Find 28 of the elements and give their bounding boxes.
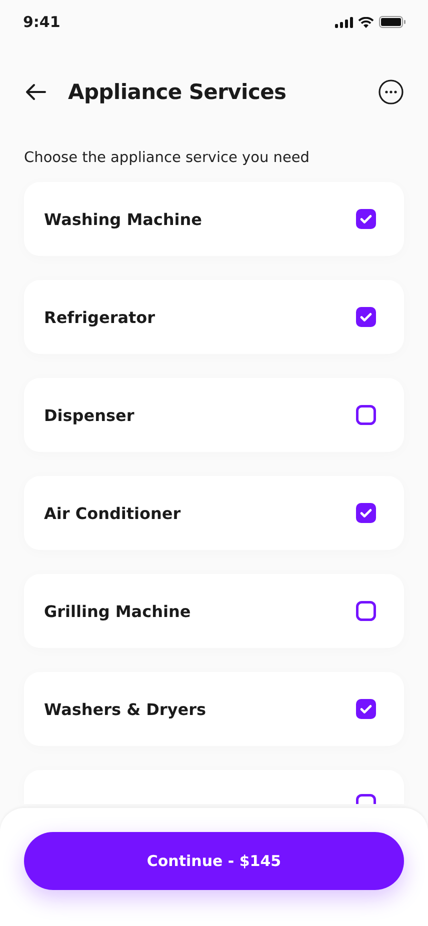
checked-checkbox-icon[interactable]	[356, 209, 376, 229]
more-button[interactable]	[378, 79, 404, 105]
checkbox-icon[interactable]	[356, 794, 376, 804]
service-option[interactable]: Refrigerator	[24, 280, 404, 354]
battery-icon	[379, 16, 406, 28]
service-option[interactable]: Grilling Machine	[24, 574, 404, 648]
checked-checkbox-icon[interactable]	[356, 699, 376, 719]
wifi-icon	[358, 16, 374, 28]
service-label: Washing Machine	[44, 210, 202, 228]
service-option[interactable]: Air Conditioner	[24, 476, 404, 550]
service-option[interactable]: Dispenser	[24, 378, 404, 452]
instruction-text: Choose the appliance service you need	[24, 150, 311, 166]
checkbox-icon[interactable]	[356, 601, 376, 621]
service-option[interactable]: Washers & Dryers	[24, 672, 404, 746]
service-label: Grilling Machine	[44, 602, 191, 620]
continue-button[interactable]: Continue - $145	[24, 832, 404, 890]
service-label: Washers & Dryers	[44, 700, 206, 718]
service-label: Dispenser	[44, 406, 134, 424]
service-label: Refrigerator	[44, 308, 156, 326]
more-options-icon	[378, 79, 404, 105]
checked-checkbox-icon[interactable]	[356, 307, 376, 327]
service-option[interactable]: Washing Machine	[24, 182, 404, 256]
status-time: 9:41	[23, 13, 60, 31]
page-title: Appliance Services	[68, 80, 288, 104]
service-label: Air Conditioner	[44, 504, 181, 522]
checked-checkbox-icon[interactable]	[356, 503, 376, 523]
signal-icon	[335, 16, 353, 28]
checkbox-icon[interactable]	[356, 405, 376, 425]
